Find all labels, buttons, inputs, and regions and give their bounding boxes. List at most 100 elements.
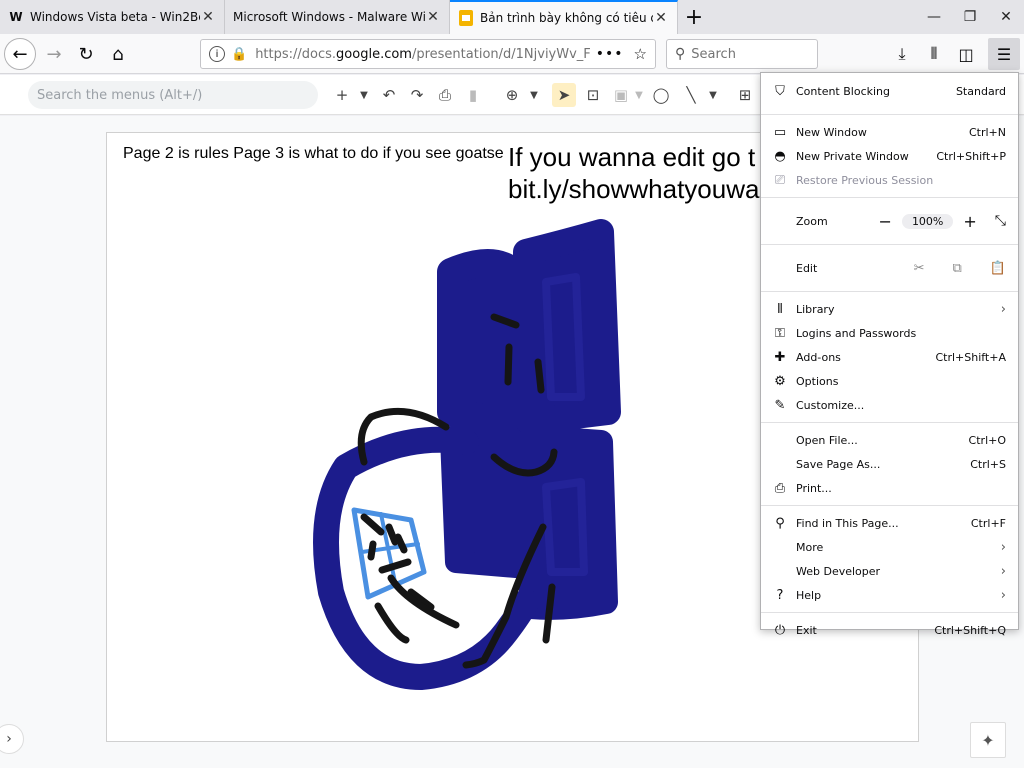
- menu-shortcut: Ctrl+Shift+Q: [934, 623, 1006, 637]
- sidebar-button[interactable]: ◫: [950, 38, 982, 70]
- menu-find[interactable]: ⚲ Find in This Page... Ctrl+F: [761, 511, 1018, 535]
- url-host: google.com: [336, 46, 412, 62]
- home-button[interactable]: ⌂: [102, 38, 134, 70]
- menu-logins[interactable]: ⚿ Logins and Passwords: [761, 321, 1018, 345]
- tab-title: Bản trình bày không có tiêu đề - G: [480, 11, 653, 25]
- menu-more[interactable]: More ›: [761, 535, 1018, 559]
- menu-shortcut: Ctrl+Shift+P: [936, 149, 1006, 163]
- zoom-dropdown[interactable]: ▼: [522, 83, 546, 107]
- line-tool[interactable]: ╲: [679, 83, 703, 107]
- download-button[interactable]: ⤓: [886, 38, 918, 70]
- private-mask-icon: ◓: [774, 148, 786, 164]
- restore-button[interactable]: ❐: [952, 0, 988, 34]
- close-icon[interactable]: ✕: [425, 9, 441, 25]
- menu-label: Logins and Passwords: [796, 326, 917, 340]
- paste-icon[interactable]: 📋: [990, 261, 1006, 276]
- menu-save-page[interactable]: Save Page As... Ctrl+S: [761, 452, 1018, 476]
- menu-library[interactable]: ⫴ Library ›: [761, 297, 1018, 321]
- lock-icon[interactable]: 🔒: [231, 47, 247, 62]
- text-box-tool[interactable]: ⊡: [581, 83, 605, 107]
- menu-label: Exit: [796, 623, 817, 637]
- menu-options[interactable]: ⚙ Options: [761, 369, 1018, 393]
- explore-icon: ✦: [981, 730, 995, 750]
- zoom-reset-button[interactable]: 100%: [901, 213, 954, 229]
- page-actions-icon[interactable]: •••: [596, 46, 624, 62]
- tab-malware-wiki[interactable]: Microsoft Windows - Malware Wiki ✕: [225, 0, 450, 34]
- tab-google-slides[interactable]: Bản trình bày không có tiêu đề - G ✕: [450, 0, 678, 34]
- menu-open-file[interactable]: Open File... Ctrl+O: [761, 428, 1018, 452]
- info-icon[interactable]: i: [209, 46, 225, 62]
- drawing-stroke-pane: [437, 249, 525, 436]
- zoom-button[interactable]: ⊕: [500, 83, 524, 107]
- menu-search-input[interactable]: Search the menus (Alt+/): [28, 81, 318, 109]
- w-icon: W: [9, 10, 23, 24]
- menu-new-window[interactable]: ▭ New Window Ctrl+N: [761, 120, 1018, 144]
- menu-addons[interactable]: ✚ Add-ons Ctrl+Shift+A: [761, 345, 1018, 369]
- redo-icon: ↷: [410, 86, 424, 104]
- power-icon: ⏻: [774, 622, 786, 638]
- menu-exit[interactable]: ⏻ Exit Ctrl+Shift+Q: [761, 618, 1018, 642]
- menu-label: New Private Window: [796, 149, 909, 163]
- new-slide-button[interactable]: +: [330, 83, 354, 107]
- new-tab-button[interactable]: +: [678, 0, 710, 34]
- comment-button[interactable]: ⊞: [733, 83, 757, 107]
- menu-label: Save Page As...: [796, 457, 881, 471]
- menu-help[interactable]: ? Help ›: [761, 583, 1018, 607]
- url-prefix: https://docs.: [255, 46, 337, 62]
- open-menu-button[interactable]: ☰: [988, 38, 1020, 70]
- menu-content-blocking[interactable]: ⛉ Content Blocking Standard: [761, 73, 1018, 109]
- zoom-in-button[interactable]: +: [963, 212, 976, 231]
- line-dropdown[interactable]: ▼: [701, 83, 725, 107]
- star-icon[interactable]: ☆: [634, 45, 647, 63]
- close-window-button[interactable]: ✕: [988, 0, 1024, 34]
- search-placeholder: Search: [691, 46, 736, 62]
- redo-button[interactable]: ↷: [405, 83, 429, 107]
- close-icon[interactable]: ✕: [653, 10, 669, 26]
- url-bar[interactable]: i 🔒 https://docs.google.com/presentation…: [200, 39, 656, 69]
- search-input[interactable]: ⚲ Search: [666, 39, 818, 69]
- slides-icon: [458, 10, 474, 26]
- puzzle-icon: ✚: [774, 349, 786, 365]
- tab-strip: W Windows Vista beta - Win2Beta ✕ Micros…: [0, 0, 1024, 34]
- tab-win2beta[interactable]: W Windows Vista beta - Win2Beta ✕: [0, 0, 225, 34]
- reload-button[interactable]: ↻: [70, 38, 102, 70]
- cut-icon[interactable]: ✂: [914, 261, 925, 276]
- print-button[interactable]: ⎙: [433, 83, 457, 107]
- menu-separator: [761, 422, 1018, 423]
- caret-down-icon: ▼: [360, 89, 368, 101]
- menu-label: Content Blocking: [796, 84, 891, 98]
- help-icon: ?: [776, 587, 784, 603]
- zoom-out-button[interactable]: −: [879, 212, 892, 231]
- menu-customize[interactable]: ✎ Customize...: [761, 393, 1018, 417]
- arrow-left-icon: ←: [12, 43, 28, 65]
- back-button[interactable]: ←: [4, 38, 36, 70]
- url-text[interactable]: https://docs.google.com/presentation/d/1…: [255, 47, 590, 62]
- undo-icon: ↶: [382, 86, 396, 104]
- shape-tool[interactable]: ◯: [649, 83, 673, 107]
- hamburger-icon: ☰: [996, 44, 1012, 64]
- close-icon[interactable]: ✕: [200, 9, 216, 25]
- explore-button[interactable]: ✦: [970, 722, 1006, 758]
- menu-restore-session[interactable]: ⎚ Restore Previous Session: [761, 168, 1018, 192]
- menu-label: Web Developer: [796, 564, 881, 578]
- minimize-button[interactable]: —: [916, 0, 952, 34]
- paint-format-button[interactable]: ▮: [461, 83, 485, 107]
- download-icon: ⤓: [898, 44, 906, 63]
- forward-button[interactable]: →: [38, 38, 70, 70]
- menu-label: Customize...: [796, 398, 865, 412]
- menu-print[interactable]: ⎙ Print...: [761, 476, 1018, 500]
- select-tool[interactable]: ➤: [552, 83, 576, 107]
- image-icon: ▣: [613, 86, 629, 104]
- undo-button[interactable]: ↶: [377, 83, 401, 107]
- sidebar-icon: ◫: [958, 44, 974, 64]
- image-dropdown[interactable]: ▼: [627, 83, 651, 107]
- menu-new-private-window[interactable]: ◓ New Private Window Ctrl+Shift+P: [761, 144, 1018, 168]
- menu-separator: [761, 291, 1018, 292]
- new-slide-dropdown[interactable]: ▼: [352, 83, 376, 107]
- menu-web-developer[interactable]: Web Developer ›: [761, 559, 1018, 583]
- library-button[interactable]: ⫴: [918, 38, 950, 70]
- copy-icon[interactable]: ⧉: [953, 261, 962, 276]
- fullscreen-icon[interactable]: ⤡: [995, 213, 1006, 229]
- paintbrush-icon: ✎: [774, 397, 786, 413]
- shape-icon: ◯: [652, 86, 670, 104]
